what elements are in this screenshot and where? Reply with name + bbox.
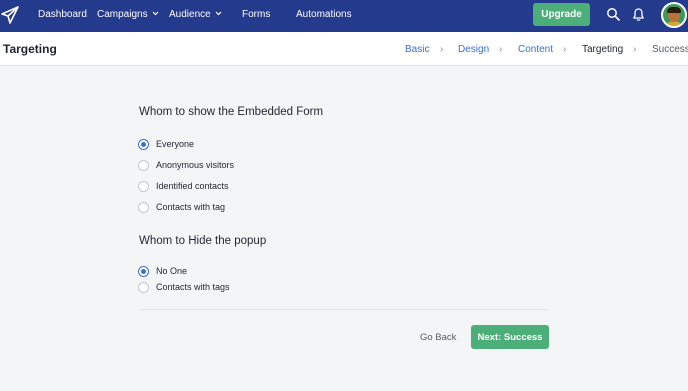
radio-button[interactable] [138,281,149,293]
radio-option-anonymous-visitors[interactable]: Anonymous visitors [138,158,234,172]
radio-option-no-one[interactable]: No One [138,264,187,278]
radio-button[interactable] [138,138,149,150]
option-label: Contacts with tag [156,202,226,212]
nav-dashboard[interactable]: Dashboard [38,9,87,20]
divider [139,309,549,310]
bell-icon[interactable] [631,7,646,22]
radio-button[interactable] [138,201,149,213]
show-section-title: Whom to show the Embedded Form [139,106,324,118]
nav-audience[interactable]: Audience [169,9,222,20]
chevron-down-icon [215,11,222,16]
nav-automations[interactable]: Automations [296,9,352,20]
top-nav: Dashboard Campaigns Audience Forms Autom… [0,0,688,32]
search-icon[interactable] [606,7,621,22]
step-basic[interactable]: Basic [405,44,429,55]
radio-option-contacts-with-tags[interactable]: Contacts with tags [138,280,230,294]
nav-audience-label: Audience [169,9,211,20]
option-label: Identified contacts [156,181,229,191]
nav-campaigns[interactable]: Campaigns [97,9,159,20]
radio-button[interactable] [138,180,149,192]
option-label: Everyone [156,139,195,149]
page-title: Targeting [3,42,57,56]
option-label: Anonymous visitors [156,160,235,170]
option-label: No One [156,266,188,276]
option-label: Contacts with tags [156,282,230,292]
avatar-shirt [664,21,684,26]
radio-button[interactable] [138,265,149,277]
next-button[interactable]: Next: Success [471,325,549,349]
chevron-right-icon: › [633,44,637,55]
sub-header: Targeting Basic › Design › Content › Tar… [0,32,688,66]
go-back-button[interactable]: Go Back [420,332,456,343]
chevron-right-icon: › [499,44,503,55]
hide-section-title: Whom to Hide the popup [139,235,267,247]
step-content[interactable]: Content [518,44,553,55]
radio-option-identified-contacts[interactable]: Identified contacts [138,179,229,193]
chevron-down-icon [152,11,159,16]
step-design[interactable]: Design [458,44,489,55]
avatar-hair [667,7,681,13]
chevron-right-icon: › [563,44,567,55]
nav-forms[interactable]: Forms [242,9,270,20]
step-targeting: Targeting [582,44,624,55]
avatar[interactable] [661,2,687,28]
radio-button[interactable] [138,159,149,171]
step-success: Success [652,44,688,55]
radio-option-everyone[interactable]: Everyone [138,137,194,151]
paper-plane-icon[interactable] [0,5,20,25]
chevron-right-icon: › [440,44,444,55]
upgrade-button[interactable]: Upgrade [533,3,590,26]
radio-option-contacts-with-tag[interactable]: Contacts with tag [138,200,225,214]
nav-campaigns-label: Campaigns [97,9,148,20]
